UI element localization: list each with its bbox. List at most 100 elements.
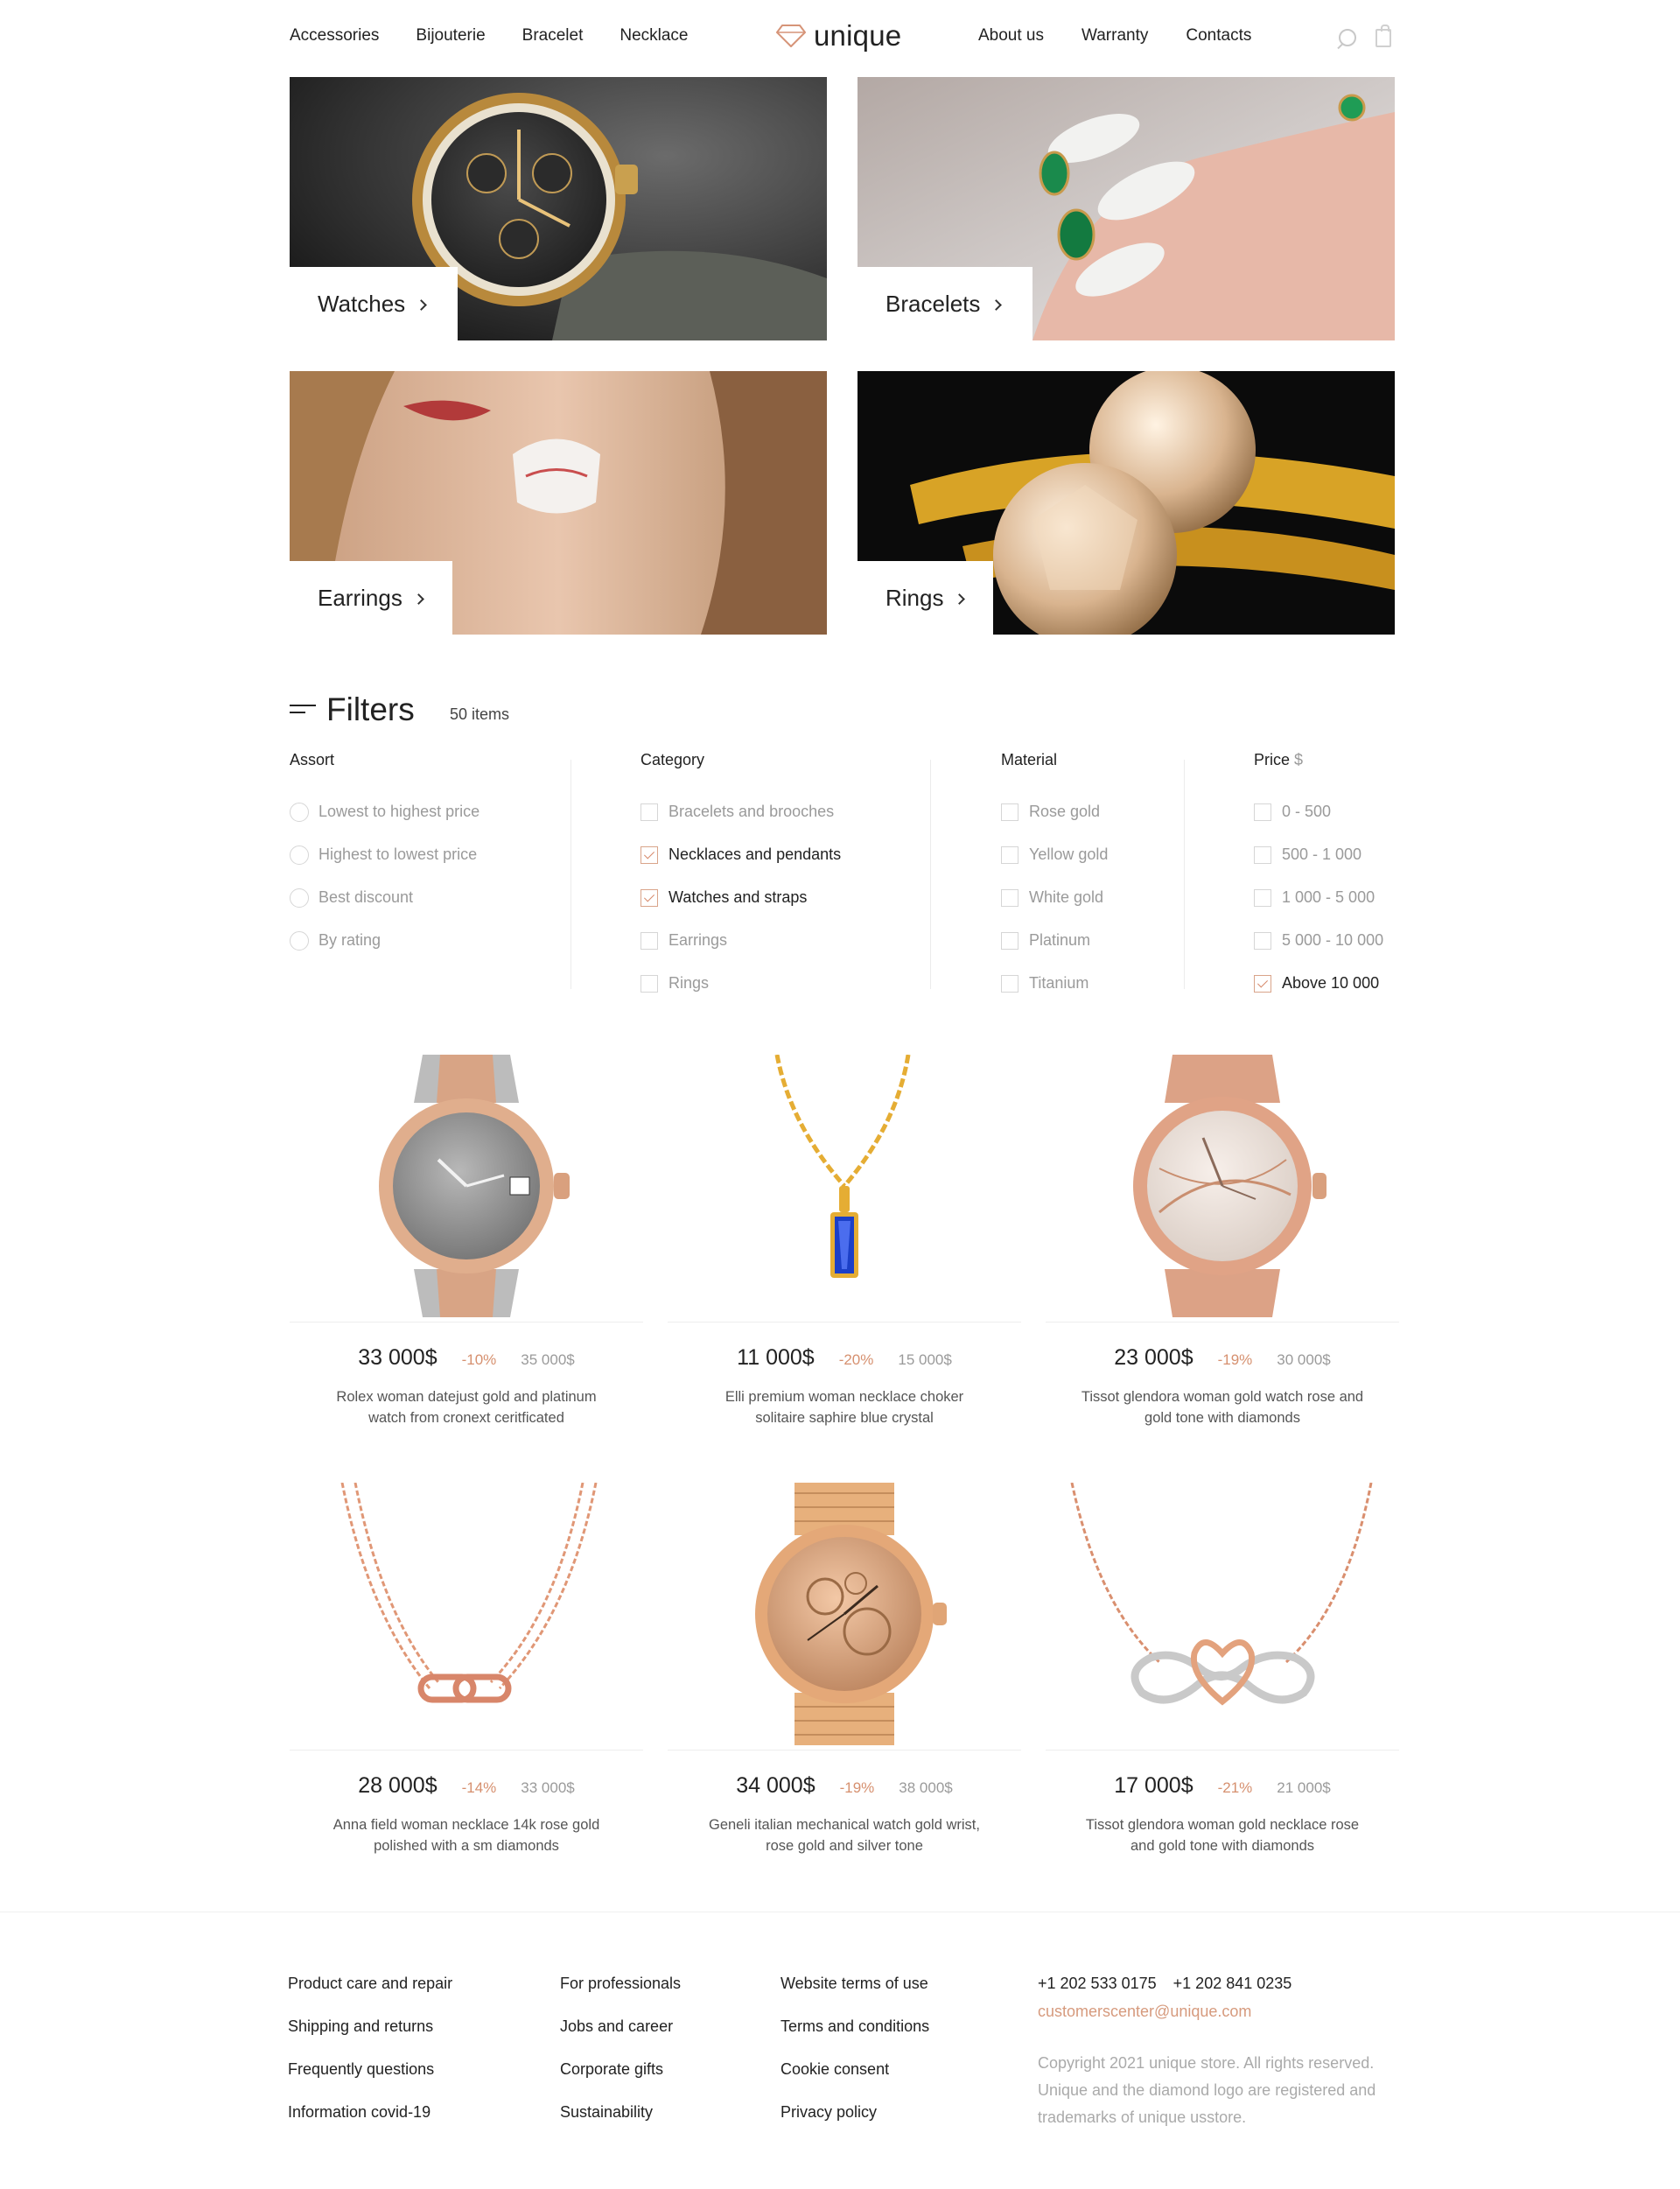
cart-icon[interactable] <box>1376 25 1391 47</box>
nav-bijouterie[interactable]: Bijouterie <box>416 26 485 46</box>
checkbox[interactable] <box>1001 888 1018 907</box>
option-label: Platinum <box>1029 931 1091 949</box>
price-option[interactable]: 1 000 - 5 000 <box>1254 876 1383 919</box>
nav-about-us[interactable]: About us <box>978 26 1044 46</box>
option-label: Necklaces and pendants <box>668 845 842 863</box>
category-option[interactable]: Watches and straps <box>640 876 841 919</box>
footer-link[interactable]: Shipping and returns <box>288 2017 452 2060</box>
product-description[interactable]: Rolex woman datejust gold and platinum w… <box>290 1386 643 1428</box>
footer-link[interactable]: Cookie consent <box>780 2060 929 2103</box>
checkbox[interactable] <box>640 974 658 993</box>
footer-link[interactable]: Product care and repair <box>288 1975 452 2017</box>
material-option[interactable]: Platinum <box>1001 919 1108 962</box>
product-card[interactable]: 11 000$ -20% 15 000$ Elli premium woman … <box>668 1054 1021 1428</box>
checkbox[interactable] <box>1254 888 1271 907</box>
product-description[interactable]: Geneli italian mechanical watch gold wri… <box>668 1814 1021 1856</box>
nav-accessories[interactable]: Accessories <box>290 26 379 46</box>
tile-label[interactable]: Watches <box>290 267 458 340</box>
site-header: Accessories Bijouterie Bracelet Necklace… <box>0 0 1680 77</box>
tile-label[interactable]: Rings <box>858 561 993 635</box>
radio-button[interactable] <box>290 845 309 865</box>
category-option[interactable]: Rings <box>640 962 841 1005</box>
checkbox-checked[interactable] <box>640 888 658 907</box>
checkbox[interactable] <box>640 931 658 950</box>
checkbox[interactable] <box>1001 931 1018 950</box>
product-description[interactable]: Tissot glendora woman gold watch rose an… <box>1046 1386 1399 1428</box>
category-option[interactable]: Earrings <box>640 919 841 962</box>
material-option[interactable]: White gold <box>1001 876 1108 919</box>
footer-link[interactable]: Website terms of use <box>780 1975 929 2017</box>
product-image-watch <box>1133 1055 1326 1317</box>
product-description[interactable]: Anna field woman necklace 14k rose gold … <box>290 1814 643 1856</box>
footer-link[interactable]: Jobs and career <box>560 2017 681 2060</box>
category-tile-rings[interactable]: Rings <box>858 371 1395 635</box>
old-price: 33 000$ <box>521 1779 575 1796</box>
category-option[interactable]: Bracelets and brooches <box>640 790 841 833</box>
footer-link[interactable]: Information covid-19 <box>288 2103 452 2146</box>
radio-button[interactable] <box>290 888 309 908</box>
radio-button[interactable] <box>290 930 309 951</box>
category-option[interactable]: Necklaces and pendants <box>640 833 841 876</box>
sort-option-label: Highest to lowest price <box>318 845 478 863</box>
option-label: Titanium <box>1029 974 1089 992</box>
checkbox[interactable] <box>1001 974 1018 993</box>
checkbox-checked[interactable] <box>1254 974 1271 993</box>
phone-number[interactable]: +1 202 533 0175 <box>1038 1975 1157 1992</box>
product-card[interactable]: 23 000$ -19% 30 000$ Tissot glendora wom… <box>1046 1055 1399 1428</box>
footer-phones: +1 202 533 0175 +1 202 841 0235 <box>1038 1975 1304 1993</box>
material-option[interactable]: Rose gold <box>1001 790 1108 833</box>
nav-contacts[interactable]: Contacts <box>1186 26 1251 46</box>
sort-option[interactable]: Best discount <box>290 876 480 919</box>
secondary-nav: About us Warranty Contacts <box>978 26 1289 46</box>
product-card[interactable]: 17 000$ -21% 21 000$ Tissot glendora wom… <box>1046 1482 1399 1856</box>
footer-link[interactable]: Sustainability <box>560 2103 681 2146</box>
price-option[interactable]: Above 10 000 <box>1254 962 1383 1005</box>
logo[interactable]: unique <box>775 19 901 53</box>
tile-label[interactable]: Earrings <box>290 561 452 635</box>
phone-number[interactable]: +1 202 841 0235 <box>1173 1975 1292 1992</box>
nav-bracelet[interactable]: Bracelet <box>522 26 584 46</box>
sort-option[interactable]: Highest to lowest price <box>290 833 480 876</box>
price-option[interactable]: 500 - 1 000 <box>1254 833 1383 876</box>
option-label: Watches and straps <box>668 888 808 906</box>
footer-email[interactable]: customerscenter@unique.com <box>1038 2003 1251 2021</box>
checkbox-checked[interactable] <box>640 845 658 864</box>
checkbox[interactable] <box>1001 803 1018 821</box>
sort-option[interactable]: Lowest to highest price <box>290 790 480 833</box>
filter-group-title: Assort <box>290 751 335 768</box>
radio-button[interactable] <box>290 802 309 822</box>
product-card[interactable]: 33 000$ -10% 35 000$ Rolex woman datejus… <box>290 1055 643 1428</box>
tile-label[interactable]: Bracelets <box>858 267 1032 340</box>
category-tile-watches[interactable]: Watches <box>290 77 827 340</box>
product-price: 34 000$ <box>736 1773 816 1798</box>
product-card[interactable]: 34 000$ -19% 38 000$ Geneli italian mech… <box>668 1483 1021 1856</box>
sort-option[interactable]: By rating <box>290 919 480 962</box>
price-row: 28 000$ -14% 33 000$ <box>290 1773 643 1799</box>
checkbox[interactable] <box>1254 803 1271 821</box>
product-description[interactable]: Tissot glendora woman gold necklace rose… <box>1046 1814 1399 1856</box>
category-tile-earrings[interactable]: Earrings <box>290 371 827 635</box>
filters-header[interactable]: Filters <box>290 691 415 728</box>
product-description[interactable]: Elli premium woman necklace choker solit… <box>668 1386 1021 1428</box>
nav-necklace[interactable]: Necklace <box>620 26 688 46</box>
checkbox[interactable] <box>1001 845 1018 864</box>
checkbox[interactable] <box>1254 931 1271 950</box>
category-tile-bracelets[interactable]: Bracelets <box>858 77 1395 340</box>
footer-link[interactable]: Corporate gifts <box>560 2060 681 2103</box>
product-card[interactable]: 28 000$ -14% 33 000$ Anna field woman ne… <box>290 1482 643 1856</box>
option-label: Above 10 000 <box>1282 974 1380 992</box>
footer-link[interactable]: Frequently questions <box>288 2060 452 2103</box>
price-option[interactable]: 0 - 500 <box>1254 790 1383 833</box>
material-option[interactable]: Titanium <box>1001 962 1108 1005</box>
footer-link[interactable]: Privacy policy <box>780 2103 929 2146</box>
footer-link[interactable]: Terms and conditions <box>780 2017 929 2060</box>
filter-group-title: Category <box>640 751 705 768</box>
checkbox[interactable] <box>640 803 658 821</box>
material-option[interactable]: Yellow gold <box>1001 833 1108 876</box>
checkbox[interactable] <box>1254 845 1271 864</box>
price-option[interactable]: 5 000 - 10 000 <box>1254 919 1383 962</box>
product-price: 33 000$ <box>358 1345 438 1370</box>
nav-warranty[interactable]: Warranty <box>1082 26 1148 46</box>
footer-link[interactable]: For professionals <box>560 1975 681 2017</box>
search-icon[interactable] <box>1339 29 1356 46</box>
